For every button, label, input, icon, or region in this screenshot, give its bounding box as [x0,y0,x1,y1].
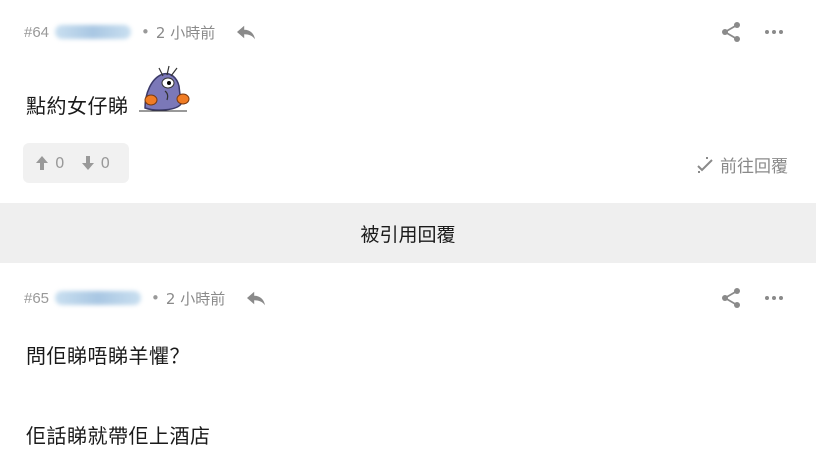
reply-post-64: #64 • 2 小時前 點約女仔睇 0 0 前往回覆 [0,0,816,203]
goto-reply-label: 前往回覆 [720,157,788,177]
reply-post-65: #65 • 2 小時前 問佢睇唔睇羊懼？ 佢話睇就帶佢上酒店 [0,263,816,468]
share-icon[interactable] [720,20,742,44]
meta-separator: • [151,289,160,307]
meta-separator: • [141,23,150,41]
downvote-count: 0 [100,154,111,172]
quoted-replies-label: 被引用回覆 [360,223,456,246]
post-content: 點約女仔睇 [26,94,129,118]
thumb-up-arrow-icon [36,156,48,170]
reply-arrow-icon[interactable] [245,289,267,307]
post-meta: #64 • 2 小時前 [24,20,257,44]
share-icon[interactable] [720,286,742,310]
post-content-line-1: 問佢睇唔睇羊懼？ [26,344,190,368]
post-meta: #65 • 2 小時前 [24,286,267,310]
floor-number: #65 [24,289,50,307]
upvote-button[interactable]: 0 [35,154,65,172]
goto-reply-link[interactable]: 前往回覆 [696,152,788,177]
upvote-count: 0 [55,154,65,172]
reply-arrow-icon[interactable] [235,23,257,41]
post-content-line-2: 佢話睇就帶佢上酒店 [26,424,211,448]
quoted-replies-button[interactable]: 被引用回覆 [0,203,816,263]
thumb-down-arrow-icon [81,156,94,170]
username-blurred[interactable] [55,25,132,39]
floor-number: #64 [24,23,50,41]
downvote-button[interactable]: 0 [81,154,111,172]
cartoon-sticker [139,65,190,112]
more-dots-icon[interactable] [764,286,784,310]
more-dots-icon[interactable] [764,20,784,44]
vote-box: 0 0 [23,143,129,183]
post-time: 2 小時前 [165,289,226,308]
username-blurred[interactable] [55,291,142,305]
goto-reply-icon [697,156,713,173]
post-time: 2 小時前 [155,23,216,42]
